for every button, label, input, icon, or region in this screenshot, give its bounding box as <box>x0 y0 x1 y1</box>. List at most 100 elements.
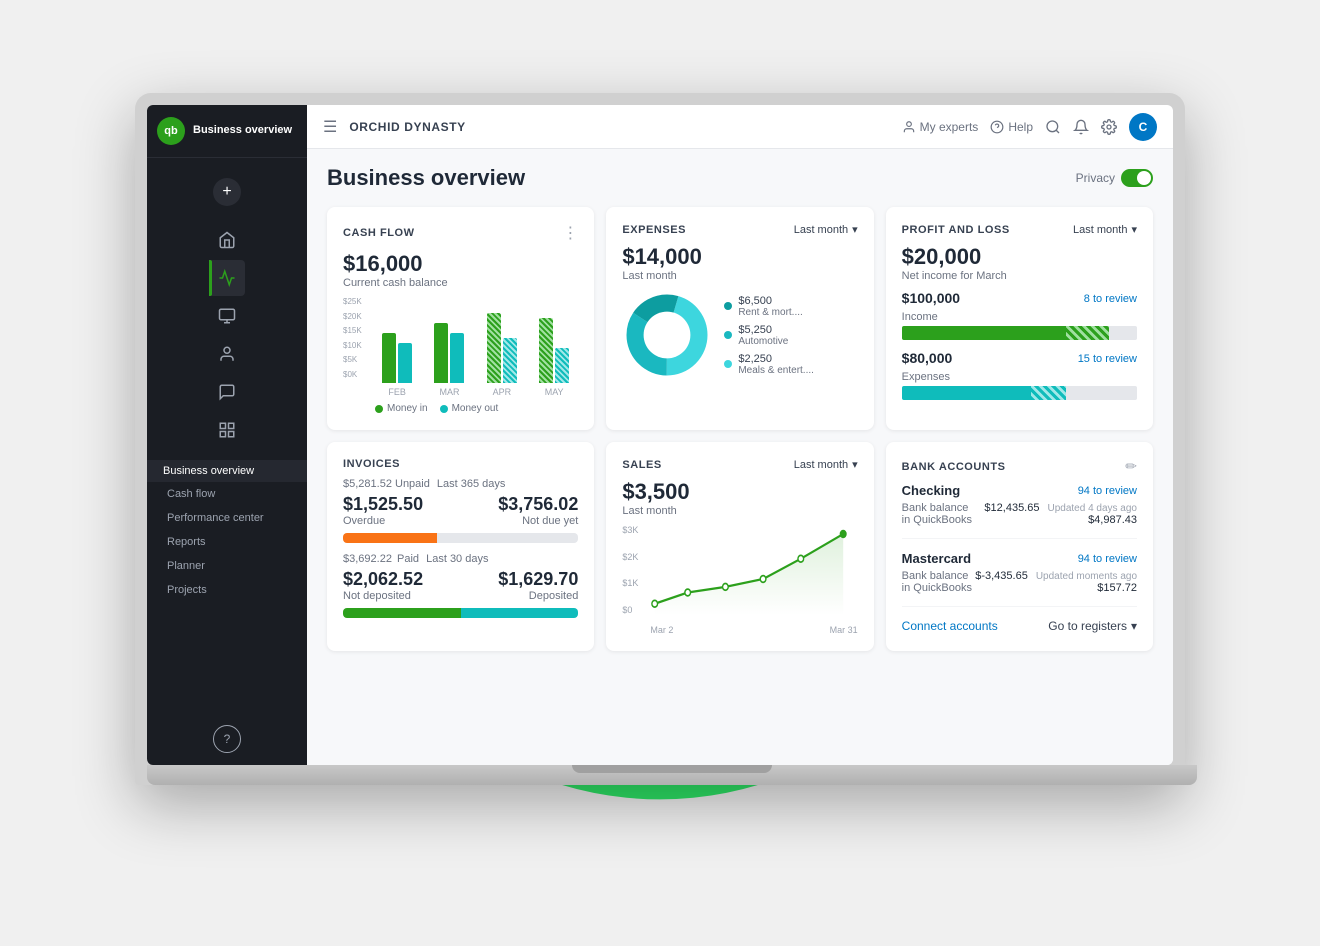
checking-name: Checking <box>902 483 961 498</box>
bar-apr-out <box>503 338 517 383</box>
invoices-deposited-bar <box>461 608 579 618</box>
user-avatar[interactable]: C <box>1129 113 1157 141</box>
sidebar-help-button[interactable]: ? <box>213 725 241 753</box>
bar-mar-out <box>450 333 464 383</box>
qb-logo-text: qb <box>164 125 177 137</box>
invoices-paid-period: Last 30 days <box>426 553 488 565</box>
sidebar-chart-icon[interactable] <box>209 260 245 296</box>
checking-review[interactable]: 94 to review <box>1078 485 1137 497</box>
profit-loss-subtitle: Net income for March <box>902 270 1137 282</box>
expense-progress-bar <box>902 386 1137 400</box>
y-label-25k: $25K <box>343 297 362 306</box>
profit-loss-period-dropdown[interactable]: Last month ▾ <box>1073 223 1137 236</box>
chart-y-axis: $25K $20K $15K $10K $5K $0K <box>343 297 362 379</box>
bar-feb-in <box>382 333 396 383</box>
sidebar-item-business-overview[interactable]: Business overview <box>147 460 307 482</box>
sidebar-item-planner[interactable]: Planner <box>147 554 307 578</box>
sales-title: SALES <box>622 459 661 471</box>
expense-amount-pl: $80,000 <box>902 350 953 366</box>
bank-edit-icon[interactable]: ✏ <box>1125 458 1137 475</box>
add-nav-button[interactable]: + <box>213 178 241 206</box>
bar-may-out <box>555 348 569 383</box>
cash-flow-amount: $16,000 <box>343 251 578 277</box>
expense-dot-2 <box>724 331 732 339</box>
cash-flow-menu-icon[interactable]: ⋮ <box>562 223 578 243</box>
sidebar-item-performance-center[interactable]: Performance center <box>147 506 307 530</box>
checking-account: Checking 94 to review Bank balance in Qu… <box>902 483 1137 539</box>
notifications-button[interactable] <box>1073 119 1089 135</box>
sidebar-item-projects[interactable]: Projects <box>147 578 307 602</box>
legend-out-dot <box>440 405 448 413</box>
connect-accounts-link[interactable]: Connect accounts <box>902 619 998 633</box>
sidebar-building-icon[interactable] <box>209 298 245 334</box>
sales-y-2k: $2K <box>622 552 638 562</box>
my-experts-button[interactable]: My experts <box>902 120 979 134</box>
expense-progress-bg <box>1066 386 1137 400</box>
sidebar-item-cash-flow[interactable]: Cash flow <box>147 482 307 506</box>
profit-loss-chevron-icon: ▾ <box>1131 223 1137 236</box>
profit-loss-section: $100,000 8 to review Income <box>902 290 1137 400</box>
legend-money-in: Money in <box>375 403 428 414</box>
sales-period-dropdown[interactable]: Last month ▾ <box>794 458 858 471</box>
sales-line-chart <box>650 525 857 615</box>
privacy-toggle[interactable]: Privacy <box>1076 169 1153 187</box>
sales-y-1k: $1K <box>622 578 638 588</box>
sales-x-end: Mar 31 <box>830 625 858 635</box>
sales-card: SALES Last month ▾ $3,500 Last month <box>606 442 873 651</box>
y-label-0k: $0K <box>343 370 362 379</box>
sales-chart: $3K $2K $1K $0 <box>622 525 857 635</box>
sidebar-logo: qb Business overview <box>147 105 307 158</box>
income-label: Income <box>902 311 1137 323</box>
checking-values: $12,435.65 Updated 4 days ago $4,987.43 <box>984 502 1137 526</box>
invoices-amounts-row: $1,525.50 Overdue $3,756.02 Not due yet <box>343 494 578 527</box>
search-button[interactable] <box>1045 119 1061 135</box>
topbar-menu-icon[interactable]: ☰ <box>323 117 337 137</box>
settings-button[interactable] <box>1101 119 1117 135</box>
sidebar-home-icon[interactable] <box>209 222 245 258</box>
y-label-10k: $10K <box>343 341 362 350</box>
sales-subtitle: Last month <box>622 505 857 517</box>
sales-amount: $3,500 <box>622 479 857 505</box>
qb-logo-icon: qb <box>157 117 185 145</box>
mastercard-name-row: Mastercard 94 to review <box>902 551 1137 566</box>
sales-y-3k: $3K <box>622 525 638 535</box>
sidebar-item-reports[interactable]: Reports <box>147 530 307 554</box>
checking-bank-value: $12,435.65 <box>984 502 1039 514</box>
expenses-title: EXPENSES <box>622 224 686 236</box>
sidebar: qb Business overview + <box>147 105 307 765</box>
bar-apr: APR <box>478 313 526 397</box>
invoices-card: INVOICES $5,281.52 Unpaid Last 365 days … <box>327 442 594 651</box>
expenses-row: $80,000 15 to review Expenses <box>902 350 1137 400</box>
expense-amount-1: $6,500 <box>738 295 802 307</box>
bar-feb-out <box>398 343 412 383</box>
sales-x-axis: Mar 2 Mar 31 <box>650 625 857 635</box>
gear-icon <box>1101 119 1117 135</box>
invoices-notdeposited-amount: $2,062.52 <box>343 569 423 590</box>
expense-review-label[interactable]: 15 to review <box>1078 353 1137 365</box>
expenses-period-label: Last month <box>794 224 848 236</box>
help-button[interactable]: Help <box>990 120 1033 134</box>
privacy-switch[interactable] <box>1121 169 1153 187</box>
expense-dot-1 <box>724 302 732 310</box>
income-progress-bg <box>1109 326 1137 340</box>
sales-y-0: $0 <box>622 605 638 615</box>
sidebar-contact-icon[interactable] <box>209 336 245 372</box>
invoices-overdue-bar <box>343 533 437 543</box>
income-row: $100,000 8 to review Income <box>902 290 1137 340</box>
bell-icon <box>1073 119 1089 135</box>
topbar-company-name: ORCHID DYNASTY <box>349 120 465 134</box>
expenses-period-dropdown[interactable]: Last month ▾ <box>794 223 858 236</box>
income-review-label[interactable]: 8 to review <box>1084 293 1137 305</box>
sales-chevron-icon: ▾ <box>852 458 858 471</box>
bank-accounts-title: BANK ACCOUNTS <box>902 461 1006 473</box>
sidebar-chat-icon[interactable] <box>209 374 245 410</box>
my-experts-label: My experts <box>920 120 979 134</box>
legend-money-out: Money out <box>440 403 499 414</box>
expenses-card-header: EXPENSES Last month ▾ <box>622 223 857 236</box>
expense-progress-stripe <box>1031 386 1066 400</box>
cash-flow-subtitle: Current cash balance <box>343 277 578 289</box>
income-progress-bar <box>902 326 1137 340</box>
mastercard-review[interactable]: 94 to review <box>1078 553 1137 565</box>
sidebar-grid-icon[interactable] <box>209 412 245 448</box>
go-to-registers-button[interactable]: Go to registers ▾ <box>1048 619 1137 633</box>
